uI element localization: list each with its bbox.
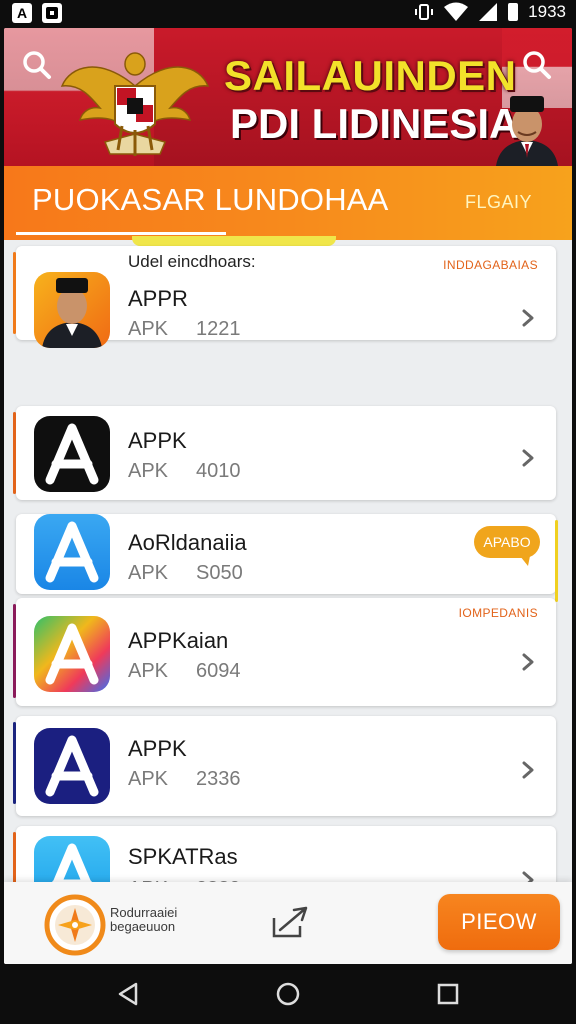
notification-square-icon [42, 3, 62, 23]
search-icon[interactable] [22, 50, 52, 80]
garuda-emblem-icon [60, 52, 210, 156]
system-nav-bar [0, 964, 576, 1024]
active-tab-underline [16, 232, 226, 235]
card-accent [555, 520, 558, 602]
compass-label: Rodurraaiei begaeuuon [110, 905, 178, 934]
app-store-navy-icon [34, 728, 110, 804]
section-title[interactable]: PUOKASAR LUNDOHAA [32, 182, 389, 218]
card-tag: IOMPEDANIS [458, 606, 538, 620]
app-name: APPK [128, 428, 187, 453]
app-screen: SAILAUINDEN PDI LIDINESIA PUOKASAR LUNDO… [4, 28, 572, 964]
status-time: 1933 [528, 2, 566, 21]
search-icon-right[interactable] [522, 50, 552, 80]
app-name: APPK [128, 736, 187, 761]
app-meta: APK 1221 [128, 318, 241, 340]
chevron-right-icon[interactable] [518, 652, 538, 672]
portrait-icon [34, 272, 110, 348]
card-accent [13, 412, 16, 494]
card-accent [13, 722, 16, 804]
app-store-black-icon [34, 416, 110, 492]
badge-bubble[interactable]: APABO [474, 526, 540, 558]
card-accent [13, 252, 16, 334]
app-meta: APK 4010 [128, 460, 241, 482]
recents-icon[interactable] [434, 980, 462, 1008]
person-portrait-icon [496, 96, 558, 166]
hero-banner: SAILAUINDEN PDI LIDINESIA [4, 28, 572, 166]
app-name: AoRldanaiia [128, 530, 247, 555]
app-meta: APK 2336 [128, 768, 241, 790]
card-accent [13, 604, 16, 698]
back-icon[interactable] [114, 980, 142, 1008]
compass-icon[interactable] [44, 894, 106, 956]
status-bar: A 1933 [0, 0, 576, 26]
wifi-icon [444, 2, 469, 21]
bubble-tail [520, 556, 530, 566]
card-tag: INDDAGABAIAS [443, 258, 538, 272]
hero-subtitle: PDI LIDINESIA [230, 100, 520, 147]
section-header: PUOKASAR LUNDOHAA FLGAIY [4, 166, 572, 240]
app-name: APPKaian [128, 628, 229, 653]
list-caption: Udel eincdhoars: [128, 252, 256, 271]
chevron-right-icon[interactable] [518, 448, 538, 468]
battery-icon [508, 3, 519, 21]
signal-icon [479, 3, 498, 21]
list-item[interactable]: APPK APK 4010 [13, 406, 556, 500]
tab-indicator [132, 236, 336, 246]
app-a-icon: A [12, 3, 32, 23]
chevron-right-icon[interactable] [518, 308, 538, 328]
app-meta: APK S050 [128, 562, 243, 584]
list-item[interactable]: IOMPEDANIS APPKaian APK 6094 [13, 598, 556, 706]
app-meta: APK 6094 [128, 660, 241, 682]
list-item[interactable]: Udel eincdhoars: INDDAGABAIAS APPR APK 12… [13, 246, 556, 348]
share-icon[interactable] [270, 904, 310, 940]
app-name: SPKATRas [128, 844, 238, 869]
app-store-gradient-icon [34, 616, 110, 692]
app-name: APPR [128, 286, 188, 311]
hero-title: SAILAUINDEN [224, 52, 517, 99]
list-item[interactable]: APPK APK 2336 [13, 716, 556, 816]
list-item[interactable]: AoRldanaiia APK S050 APABO [16, 514, 558, 602]
chevron-right-icon[interactable] [518, 760, 538, 780]
home-icon[interactable] [274, 980, 302, 1008]
bottom-action-bar: Rodurraaiei begaeuuon PIEOW [4, 882, 572, 964]
primary-action-button[interactable]: PIEOW [438, 894, 560, 950]
section-action-link[interactable]: FLGAIY [465, 192, 532, 213]
vibrate-icon [415, 4, 434, 20]
app-store-blue-icon [34, 514, 110, 590]
